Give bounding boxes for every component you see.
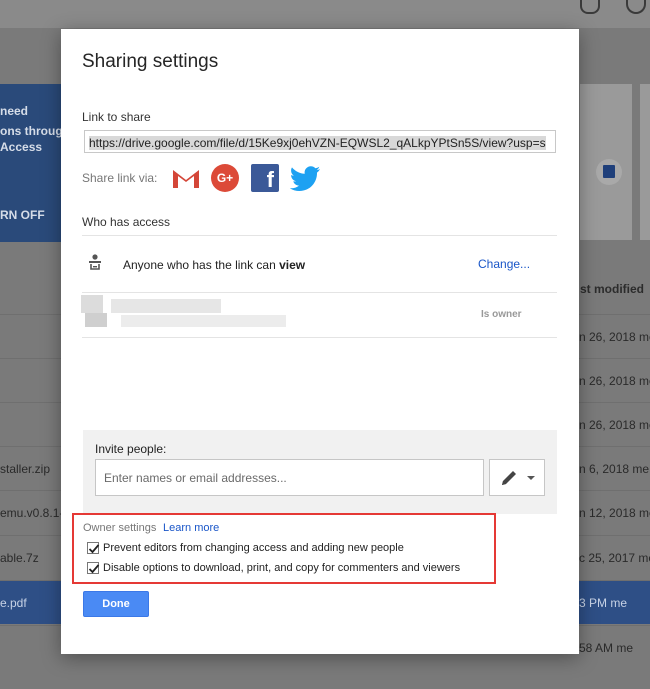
google-plus-glyph: G+ (216, 171, 234, 185)
file-row-modified: 58 AM me (579, 641, 634, 655)
link-access-icon (88, 253, 102, 271)
prevent-editors-label: Prevent editors from changing access and… (103, 542, 404, 554)
link-to-share-label: Link to share (82, 110, 151, 124)
file-row-name: able.7z (0, 551, 39, 565)
file-row-modified: n 26, 2018 me (579, 374, 650, 388)
file-row-modified: 3 PM me (579, 596, 628, 610)
file-row-name: emu.v0.8.1- (0, 506, 64, 520)
dialog-title: Sharing settings (82, 51, 219, 72)
file-row-modified: n 6, 2018 me (579, 462, 650, 476)
background-topbar (0, 0, 650, 28)
twitter-icon[interactable] (289, 164, 320, 192)
invite-people-input[interactable] (95, 459, 484, 496)
invite-people-label: Invite people: (95, 442, 167, 456)
divider (82, 337, 557, 338)
share-link-field[interactable]: https://drive.google.com/file/d/15Ke9xj0… (84, 130, 556, 153)
last-modified-column: st modified (580, 282, 645, 296)
blurred-name (111, 299, 221, 313)
link-icon (580, 0, 600, 14)
file-row-modified: c 25, 2017 me (579, 551, 650, 565)
access-text: Anyone who has the link can (123, 258, 280, 272)
sharing-settings-dialog: Sharing settings Link to share https://d… (61, 29, 579, 654)
file-row-name: staller.zip (0, 462, 51, 476)
gmail-icon[interactable] (171, 164, 201, 192)
access-mode: view (279, 258, 306, 272)
invite-people-panel: Invite people: (83, 430, 557, 514)
done-button[interactable]: Done (83, 591, 149, 617)
owner-settings-label: Owner settings (83, 522, 157, 534)
banner-line: RN OFF (0, 208, 45, 222)
blurred-avatar (81, 295, 103, 313)
blurred-email (121, 315, 286, 327)
disable-download-checkbox[interactable] (87, 562, 100, 574)
background-banner: need ons through Access RN OFF (0, 84, 70, 242)
change-access-link[interactable]: Change... (478, 257, 530, 271)
file-row-modified: n 26, 2018 me (579, 330, 650, 344)
permission-dropdown-button[interactable] (489, 459, 545, 496)
access-description: Anyone who has the link can view (123, 258, 305, 272)
checkmark-icon (88, 544, 100, 554)
google-plus-icon[interactable]: G+ (211, 164, 239, 192)
prevent-editors-checkbox[interactable] (87, 542, 100, 554)
account-icon (626, 0, 646, 14)
banner-line: need (0, 104, 29, 118)
background-card (640, 84, 650, 240)
file-row-modified: n 26, 2018 me (579, 418, 650, 432)
share-link-url: https://drive.google.com/file/d/15Ke9xj0… (89, 136, 546, 150)
share-via-label: Share link via: (82, 171, 158, 185)
facebook-glyph: f (266, 167, 274, 192)
who-has-access-label: Who has access (82, 215, 171, 229)
blurred-avatar (85, 313, 107, 327)
disable-download-label: Disable options to download, print, and … (103, 562, 461, 574)
divider (82, 235, 557, 236)
file-row-modified: n 12, 2018 me (579, 506, 650, 520)
facebook-icon[interactable]: f (251, 164, 279, 192)
pencil-icon (502, 471, 516, 485)
banner-line: ons through (0, 124, 70, 138)
doc-icon (596, 159, 622, 185)
divider (82, 292, 557, 293)
is-owner-badge: Is owner (481, 309, 522, 320)
learn-more-link[interactable]: Learn more (163, 522, 219, 534)
banner-line: Access (0, 140, 43, 154)
checkmark-icon (88, 564, 100, 574)
file-row-name: e.pdf (0, 596, 27, 610)
chevron-down-icon (527, 476, 535, 480)
